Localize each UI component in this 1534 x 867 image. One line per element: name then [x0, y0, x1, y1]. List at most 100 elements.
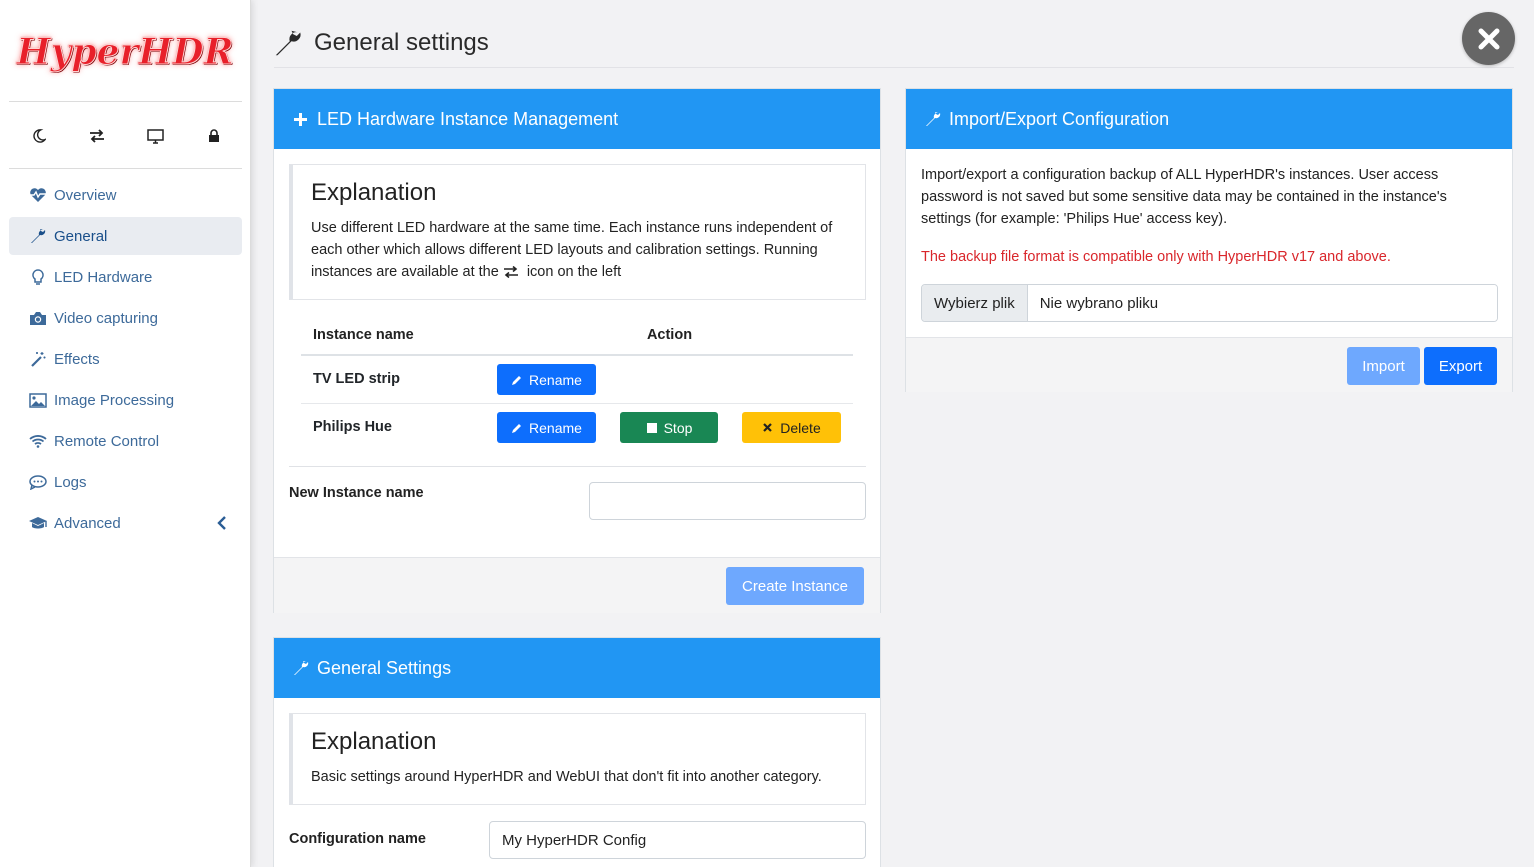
lock-icon[interactable] — [204, 126, 224, 146]
sidebar-item-overview[interactable]: Overview — [9, 176, 242, 214]
button-label: Delete — [780, 419, 821, 436]
table-header-row: Instance name Action — [301, 315, 853, 356]
x-icon — [762, 422, 774, 434]
logo-text: HyperHDR — [16, 31, 234, 74]
file-status: Nie wybrano pliku — [1027, 285, 1497, 321]
pencil-icon — [511, 374, 523, 386]
import-export-panel: Import/Export Configuration Import/expor… — [905, 88, 1513, 392]
import-button[interactable]: Import — [1347, 347, 1420, 385]
button-label: Rename — [529, 419, 582, 436]
panel-title: Import/Export Configuration — [949, 108, 1170, 129]
panel-footer: Create Instance — [274, 557, 880, 613]
sidebar-item-label: LED Hardware — [54, 268, 153, 286]
rename-button[interactable]: Rename — [497, 364, 596, 395]
sidebar-item-video-capturing[interactable]: Video capturing — [9, 299, 242, 337]
panel-footer: Import Export — [906, 337, 1512, 392]
sidebar-item-label: Video capturing — [54, 309, 158, 327]
explanation-title: Explanation — [311, 179, 437, 206]
moon-icon[interactable] — [29, 126, 49, 146]
stop-button[interactable]: Stop — [620, 412, 718, 443]
quick-toolbar — [9, 118, 242, 154]
divider — [9, 168, 242, 169]
instance-management-panel: LED Hardware Instance Management Explana… — [273, 88, 881, 613]
button-label: Rename — [529, 371, 582, 388]
sidebar-item-advanced[interactable]: Advanced — [9, 504, 242, 542]
sidebar-item-label: Advanced — [54, 514, 121, 532]
swap-icon[interactable] — [87, 126, 107, 146]
wifi-icon — [28, 431, 48, 451]
sidebar-item-label: Overview — [54, 186, 117, 204]
wrench-icon — [925, 111, 941, 127]
close-icon — [1478, 28, 1499, 49]
column-header-action: Action — [486, 315, 853, 356]
new-instance-name-input[interactable] — [589, 482, 866, 520]
magic-wand-icon — [28, 349, 48, 369]
sidebar-item-label: Image Processing — [54, 391, 175, 409]
new-instance-label: New Instance name — [289, 485, 424, 501]
monitor-icon[interactable] — [145, 126, 165, 146]
explanation-text: Use different LED hardware at the same t… — [311, 217, 847, 283]
camera-icon — [28, 308, 48, 328]
sidebar-item-effects[interactable]: Effects — [9, 340, 242, 378]
panel-title: General Settings — [317, 657, 452, 678]
sidebar: HyperHDR Overview General LED Hardware V… — [0, 0, 251, 867]
pencil-icon — [511, 422, 523, 434]
header-divider — [274, 67, 1514, 68]
create-instance-button[interactable]: Create Instance — [726, 567, 864, 605]
explanation-box: Explanation Use different LED hardware a… — [289, 164, 866, 300]
export-button[interactable]: Export — [1424, 347, 1497, 385]
button-label: Stop — [663, 419, 693, 436]
wrench-icon — [275, 30, 301, 56]
graduation-cap-icon — [28, 513, 48, 533]
panel-header: LED Hardware Instance Management — [274, 89, 880, 149]
explanation-text: Basic settings around HyperHDR and WebUI… — [311, 769, 822, 785]
divider — [289, 466, 866, 467]
instance-name: TV LED strip — [301, 355, 486, 404]
button-label: Import — [1362, 357, 1405, 375]
explanation-text-part: icon on the left — [526, 264, 622, 280]
sidebar-item-remote-control[interactable]: Remote Control — [9, 422, 242, 460]
sidebar-nav: Overview General LED Hardware Video capt… — [9, 176, 242, 545]
heartbeat-icon — [28, 185, 48, 205]
sidebar-item-logs[interactable]: Logs — [9, 463, 242, 501]
choose-file-button[interactable]: Wybierz plik — [922, 285, 1028, 321]
rename-button[interactable]: Rename — [497, 412, 596, 443]
plus-icon — [293, 111, 309, 127]
instance-name: Philips Hue — [313, 419, 392, 436]
panel-title: LED Hardware Instance Management — [317, 108, 619, 129]
chat-icon — [28, 472, 48, 492]
compatibility-warning: The backup file format is compatible onl… — [921, 249, 1391, 265]
general-settings-panel: General Settings Explanation Basic setti… — [273, 637, 881, 867]
sidebar-item-label: Effects — [54, 350, 100, 368]
page-header: General settings — [274, 26, 489, 60]
close-button[interactable] — [1462, 12, 1515, 65]
page-title: General settings — [314, 29, 489, 56]
panel-header: Import/Export Configuration — [906, 89, 1512, 149]
sidebar-item-label: General — [54, 227, 108, 245]
button-label: Export — [1438, 357, 1483, 375]
column-header-instance-name: Instance name — [301, 315, 486, 356]
file-picker[interactable]: Wybierz plik Nie wybrano pliku — [921, 284, 1498, 322]
wrench-icon — [28, 226, 48, 246]
image-icon — [28, 390, 48, 410]
sidebar-item-led-hardware[interactable]: LED Hardware — [9, 258, 242, 296]
config-name-label: Configuration name — [289, 831, 426, 847]
sidebar-item-label: Remote Control — [54, 432, 160, 450]
panel-header: General Settings — [274, 638, 880, 698]
config-name-input[interactable]: My HyperHDR Config — [489, 821, 866, 859]
import-export-description: Import/export a configuration backup of … — [921, 167, 1447, 227]
swap-icon — [503, 266, 518, 279]
explanation-title: Explanation — [311, 728, 437, 755]
sidebar-item-general[interactable]: General — [9, 217, 242, 255]
sidebar-item-image-processing[interactable]: Image Processing — [9, 381, 242, 419]
chevron-left-icon[interactable] — [216, 515, 228, 531]
divider — [9, 101, 242, 102]
lightbulb-icon — [28, 267, 48, 287]
stop-icon — [646, 422, 658, 434]
button-label: Create Instance — [742, 577, 848, 595]
wrench-icon — [293, 660, 309, 676]
sidebar-item-label: Logs — [54, 473, 87, 491]
explanation-box: Explanation Basic settings around HyperH… — [289, 713, 866, 805]
delete-button[interactable]: Delete — [742, 412, 841, 443]
hyperhdr-logo[interactable]: HyperHDR — [16, 26, 234, 78]
